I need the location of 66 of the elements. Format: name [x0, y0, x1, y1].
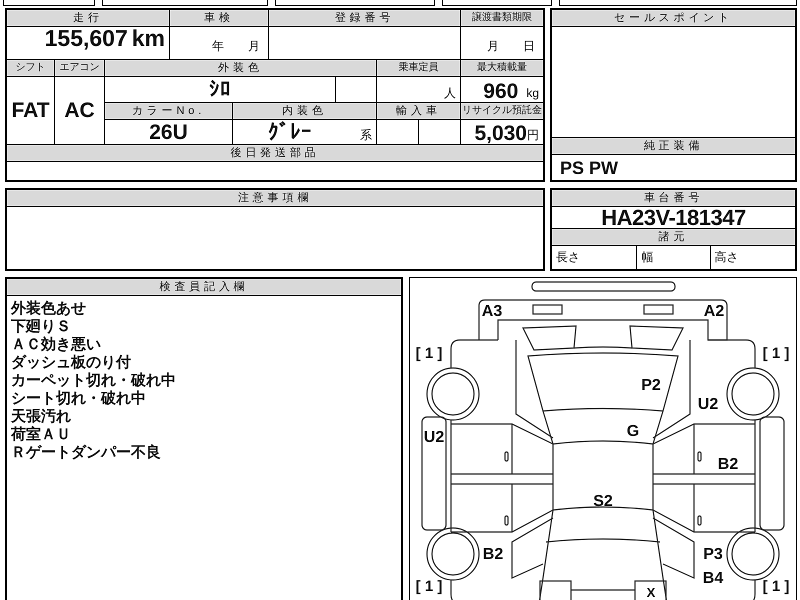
field-label: 登録番号	[269, 10, 460, 26]
inspection-note: Ｒゲートダンパー不良	[11, 444, 161, 461]
tire-grade-label: [ 1 ]	[762, 578, 790, 595]
unit-label: 日	[523, 38, 535, 55]
damage-code-label: G	[626, 423, 640, 440]
aircon-value: AC	[64, 100, 95, 121]
field-label: 最大積載量	[461, 60, 543, 76]
field-label: 輸入車	[377, 103, 460, 119]
inspection-note: 天張汚れ	[11, 408, 71, 425]
damage-code-label: A3	[482, 303, 502, 320]
unit-label: 月	[487, 38, 499, 55]
field-label: カラーNo.	[105, 103, 232, 119]
interior-color-value: ｸﾞﾚｰ	[268, 122, 312, 142]
mileage-value: 155,607	[44, 24, 128, 52]
damage-code-label: U2	[424, 429, 444, 446]
field-label: リサイクル預託金	[461, 103, 543, 119]
damage-code-label: B2	[718, 456, 738, 473]
spec-label: 高さ	[714, 249, 740, 266]
field-label: シフト	[7, 60, 54, 76]
unit-label: 円	[527, 127, 539, 144]
tire-grade-label: [ 1 ]	[416, 345, 442, 362]
inspection-note: ＡＣ効き悪い	[11, 336, 101, 353]
unit-label: 系	[360, 127, 372, 144]
damage-code-label: P3	[703, 546, 723, 563]
field-label: 注意事項欄	[7, 190, 543, 207]
field-label: エアコン	[55, 60, 104, 76]
damage-code-label: X	[646, 585, 656, 600]
field-label: 走行	[7, 10, 169, 26]
inspection-note: 荷室ＡＵ	[11, 426, 71, 443]
unit-label: 人	[444, 85, 456, 102]
max-load-value: 960	[483, 81, 518, 102]
damage-code-label: B4	[702, 570, 724, 587]
field-label: 乗車定員	[377, 60, 460, 76]
color-number-value: 26U	[149, 122, 188, 142]
inspection-note: カーペット切れ・破れ中	[11, 372, 176, 389]
field-label: 検査員記入欄	[7, 279, 401, 296]
spec-label: 長さ	[552, 246, 638, 269]
unit-label: 月	[248, 38, 260, 55]
damage-code-label: S2	[593, 493, 613, 510]
inspection-note: 下廻りＳ	[11, 318, 71, 335]
unit-label: km	[132, 24, 165, 52]
field-label: 純正装備	[552, 137, 795, 155]
recycle-fee-value: 5,030	[474, 123, 527, 144]
damage-code-label: A2	[704, 303, 724, 320]
damage-code-label: B2	[482, 546, 504, 563]
spec-label: 幅	[637, 246, 711, 269]
field-label: 車検	[170, 10, 268, 26]
shift-value: FAT	[11, 100, 50, 121]
unit-label: kg	[526, 85, 539, 102]
field-label: 内装色	[233, 103, 376, 119]
exterior-color-value: ｼﾛ	[209, 79, 231, 100]
field-label: 外装色	[105, 60, 376, 76]
field-label: 後日発送部品	[7, 145, 543, 161]
damage-code-label: P2	[641, 377, 661, 394]
tire-grade-label: [ 1 ]	[762, 345, 790, 362]
field-label: 譲渡書類期限	[461, 10, 543, 26]
equipment-value: PS PW	[560, 158, 618, 176]
field-label: 車台番号	[552, 190, 795, 207]
damage-code-label: U2	[698, 396, 718, 413]
field-label: 諸元	[552, 229, 795, 246]
tire-grade-label: [ 1 ]	[416, 578, 442, 595]
inspection-note: ダッシュ板のり付	[11, 354, 131, 371]
field-label: セールスポイント	[552, 10, 795, 27]
inspection-note: シート切れ・破れ中	[11, 390, 146, 407]
inspection-note: 外装色あせ	[11, 300, 86, 317]
unit-label: 年	[212, 38, 224, 55]
